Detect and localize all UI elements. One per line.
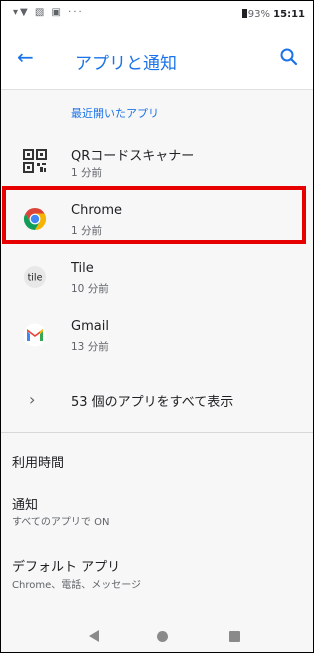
system-nav-bar	[1, 620, 313, 652]
app-row-tile[interactable]: tile Tile 10 分前	[1, 246, 313, 304]
setting-default-apps[interactable]: デフォルト アプリ Chrome、電話、メッセージ	[1, 548, 313, 598]
battery-icon	[241, 9, 247, 18]
app-last-used: 13 分前	[71, 341, 109, 353]
setting-title: 利用時間	[12, 456, 65, 471]
page-title: アプリと通知	[75, 54, 177, 74]
nav-recents-icon[interactable]	[229, 631, 240, 642]
highlight-box	[2, 186, 306, 244]
app-name: QRコードスキャナー	[71, 149, 195, 164]
see-all-apps-row[interactable]: › 53 個のアプリをすべて表示	[1, 382, 313, 422]
status-bar: ▾▼ ▧ ▣ ··· 93% 15:11	[1, 1, 313, 29]
svg-text:tile: tile	[28, 273, 43, 284]
divider	[1, 432, 313, 433]
phone-frame: ▾▼ ▧ ▣ ··· 93% 15:11 ← アプリと通知 最近開いたアプリ Q…	[0, 0, 314, 653]
setting-subtitle: Chrome、電話、メッセージ	[12, 580, 142, 591]
tile-icon: tile	[24, 266, 46, 288]
gmail-icon	[23, 323, 47, 347]
app-row-gmail[interactable]: Gmail 13 分前	[1, 304, 313, 362]
setting-title: デフォルト アプリ	[12, 560, 121, 575]
back-arrow-icon[interactable]: ←	[17, 45, 34, 69]
see-all-apps-label: 53 個のアプリをすべて表示	[71, 395, 234, 410]
app-last-used: 1 分前	[71, 167, 103, 179]
nav-home-icon[interactable]	[157, 631, 168, 642]
app-name: Tile	[71, 261, 94, 276]
status-icons: ▾▼ ▧ ▣ ···	[13, 7, 84, 18]
chevron-right-icon: ›	[29, 390, 36, 409]
setting-title: 通知	[12, 498, 39, 513]
app-bar: ← アプリと通知	[1, 29, 313, 90]
app-row-qr-scanner[interactable]: QRコードスキャナー 1 分前	[1, 130, 313, 188]
app-name: Gmail	[71, 319, 109, 334]
setting-notifications[interactable]: 通知 すべてのアプリで ON	[1, 484, 313, 534]
search-icon[interactable]	[279, 47, 299, 67]
recent-apps-label: 最近開いたアプリ	[71, 107, 159, 120]
clock: 15:11	[273, 9, 305, 20]
setting-subtitle: すべてのアプリで ON	[12, 517, 110, 528]
setting-screen-time[interactable]: 利用時間	[1, 440, 313, 480]
app-last-used: 10 分前	[71, 283, 109, 295]
nav-back-icon[interactable]	[89, 630, 99, 642]
battery-text: 93%	[247, 9, 270, 20]
qr-code-icon	[23, 149, 47, 173]
status-right: 93% 15:11	[241, 9, 305, 20]
settings-content: 最近開いたアプリ QRコードスキャナー 1 分前 Chrome 1 分前 til…	[1, 90, 313, 620]
